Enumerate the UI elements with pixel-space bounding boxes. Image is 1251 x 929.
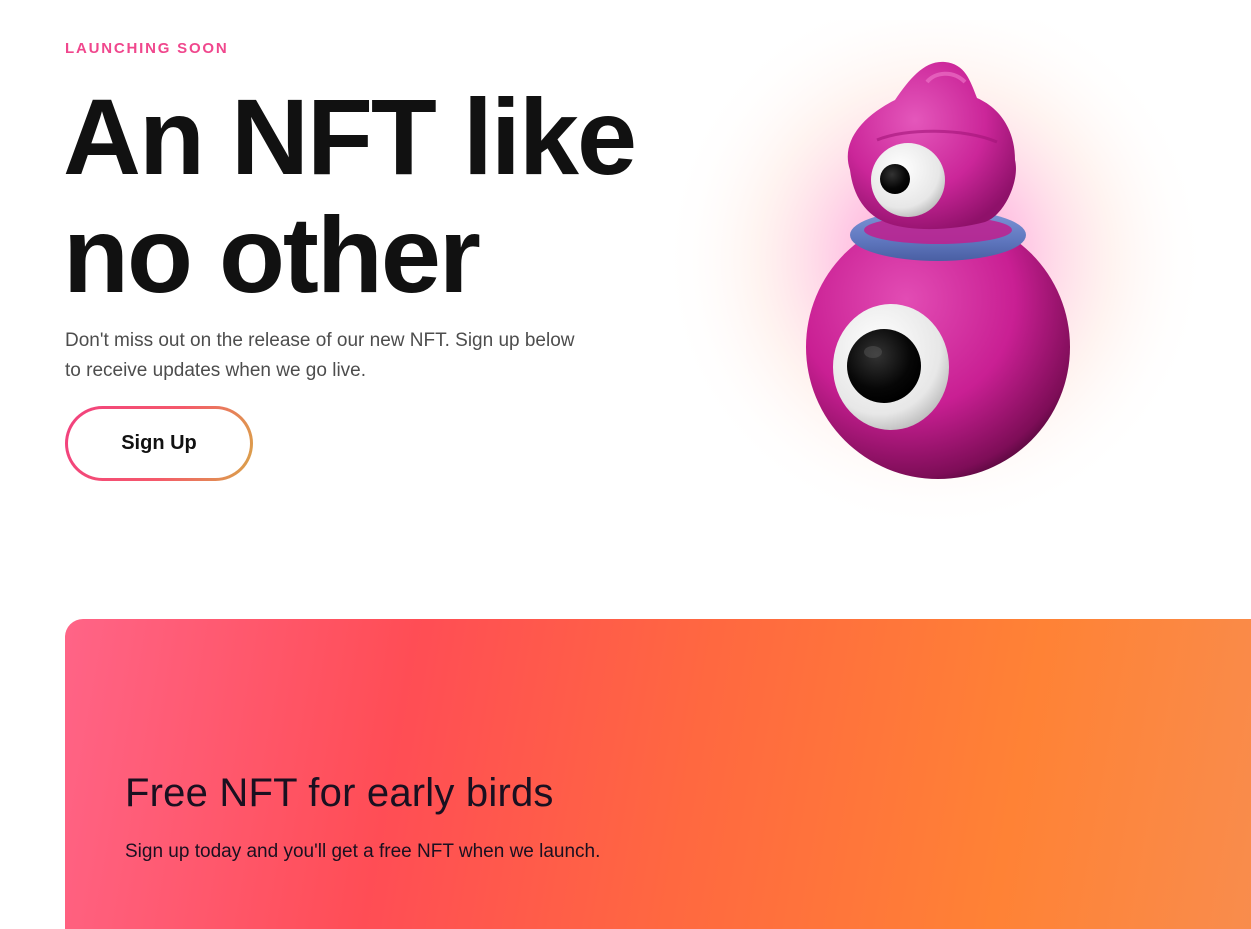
pink-cyclops-character-icon (665, 20, 1210, 545)
promo-title: Free NFT for early birds (125, 771, 554, 815)
hero-description: Don't miss out on the release of our new… (65, 330, 575, 381)
launch-eyebrow: LAUNCHING SOON (65, 40, 229, 57)
hero-title-line-1: An NFT like (63, 76, 637, 197)
sign-up-button[interactable]: Sign Up (65, 406, 253, 481)
hero-title-line-2: no other (63, 194, 481, 315)
promo-description: Sign up today and you'll get a free NFT … (125, 841, 601, 862)
early-bird-promo-card: Free NFT for early birds Sign up today a… (65, 619, 1251, 929)
landing-page: LAUNCHING SOON An NFT like no other Don'… (0, 0, 1251, 929)
hero-title: An NFT like no other (63, 78, 663, 314)
